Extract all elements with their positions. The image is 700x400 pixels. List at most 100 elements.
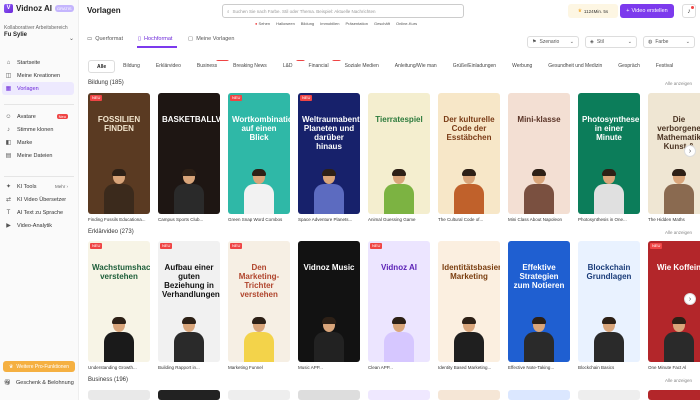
asset-nav: ☺ Avatare Neu ♪ Stimme klonen ◧ Marke ▤ Meine Da… bbox=[2, 110, 74, 162]
template-card[interactable]: BASKETBALLVEREIN bbox=[158, 93, 220, 214]
template-card[interactable] bbox=[158, 390, 220, 400]
template-card[interactable] bbox=[648, 390, 700, 400]
see-all-explainer[interactable]: Alle anzeigen bbox=[665, 230, 692, 235]
nav-icon: ⌂ bbox=[6, 59, 11, 66]
category-tab[interactable]: FinancialNeu bbox=[301, 60, 341, 73]
nav-icon: ▶ bbox=[6, 223, 11, 229]
avatar-figure bbox=[524, 169, 554, 214]
sidebar-item-marke[interactable]: ◧ Marke bbox=[2, 136, 74, 149]
template-card[interactable]: NEU Aufbau einer guten Beziehung in Verha… bbox=[158, 241, 220, 362]
template-card[interactable]: Effektive Strategien zum Notieren bbox=[508, 241, 570, 362]
search-suggestion-chip[interactable]: Geschäft bbox=[374, 21, 390, 26]
category-tab[interactable]: Erklärvideo bbox=[148, 60, 189, 73]
avatar-figure bbox=[524, 317, 554, 362]
search-input[interactable]: ⌕ Suchen Sie nach Farbe. Stil oder Thema… bbox=[222, 4, 464, 18]
search-suggestion-chip[interactable]: Präsentation bbox=[345, 21, 367, 26]
category-tab[interactable]: Alle bbox=[88, 60, 116, 73]
pro-features-button[interactable]: ♛ Weitere Pro-Funktionen bbox=[3, 361, 75, 372]
sidebar-item-vorlagen[interactable]: ▦ Vorlagen bbox=[2, 82, 74, 95]
sidebar-item-ai-text-zu-sprache[interactable]: T AI Text zu Sprache bbox=[2, 206, 74, 219]
template-card[interactable]: Photosynthese in einer Minute bbox=[578, 93, 640, 214]
avatar-body bbox=[244, 184, 274, 214]
create-video-button[interactable]: + Video erstellen bbox=[620, 4, 674, 18]
avatar-hair bbox=[602, 317, 616, 324]
sidebar-item-avatare[interactable]: ☺ Avatare Neu bbox=[2, 110, 74, 123]
sidebar-item-ki-tools[interactable]: ✦ KI Tools Mehr › bbox=[2, 180, 74, 193]
template-card[interactable]: Der kulturelle Code der Esstäbchen bbox=[438, 93, 500, 214]
tab-landscape[interactable]: ▭ Querformat bbox=[87, 36, 123, 42]
see-all-education[interactable]: Alle anzeigen bbox=[665, 81, 692, 86]
search-suggestion-chip[interactable]: ● Sehen bbox=[255, 21, 270, 26]
see-all-business[interactable]: Alle anzeigen bbox=[665, 378, 692, 383]
new-badge: Neu bbox=[56, 114, 68, 119]
style-filter[interactable]: ◈ Stil ⌄ bbox=[585, 36, 637, 48]
template-caption: Understanding Growth... bbox=[88, 365, 137, 370]
search-suggestion-chip[interactable]: Halloween bbox=[276, 21, 295, 26]
chevron-right-icon[interactable]: › bbox=[684, 293, 696, 305]
template-card[interactable]: NEU Vidnoz AI bbox=[368, 241, 430, 362]
template-card[interactable] bbox=[88, 390, 150, 400]
search-suggestion-chip[interactable]: Bildung bbox=[301, 21, 314, 26]
template-card[interactable] bbox=[368, 390, 430, 400]
more-link[interactable]: Mehr › bbox=[55, 184, 68, 189]
template-card[interactable]: NEU Weltraumabenteuer: Planeten und darüb… bbox=[298, 93, 360, 214]
sidebar-item-ki-video-bersetzer[interactable]: ⇄ KI Video Übersetzer bbox=[2, 193, 74, 206]
template-card[interactable]: NEU Wachstumshacking verstehen bbox=[88, 241, 150, 362]
category-tab[interactable]: Werbung bbox=[504, 60, 540, 73]
sidebar-item-label: Meine Kreationen bbox=[17, 72, 61, 79]
scenario-filter[interactable]: ⚑ Szenario ⌄ bbox=[527, 36, 579, 48]
color-filter[interactable]: ◍ Farbe ⌄ bbox=[643, 36, 695, 48]
template-card[interactable]: NEU FOSSILIEN FINDEN bbox=[88, 93, 150, 214]
template-card[interactable] bbox=[228, 390, 290, 400]
template-card[interactable]: Tierratespiel bbox=[368, 93, 430, 214]
sidebar-item-startseite[interactable]: ⌂ Startseite bbox=[2, 56, 74, 69]
sidebar-item-meine-kreationen[interactable]: ◫ Meine Kreationen bbox=[2, 69, 74, 82]
template-card[interactable] bbox=[578, 390, 640, 400]
tab-label: Hochformat bbox=[144, 36, 173, 42]
sidebar-item-stimme-klonen[interactable]: ♪ Stimme klonen bbox=[2, 123, 74, 136]
sidebar-item-video-analytik[interactable]: ▶ Video-Analytik bbox=[2, 219, 74, 232]
new-badge: NEU bbox=[650, 243, 663, 249]
minutes-balance[interactable]: ♛ 1124Min. 5s bbox=[568, 4, 618, 18]
section-title-business: Business (196) bbox=[88, 377, 129, 383]
chevron-right-icon[interactable]: › bbox=[684, 145, 696, 157]
template-card[interactable]: Mini-klasse bbox=[508, 93, 570, 214]
template-card[interactable] bbox=[508, 390, 570, 400]
template-card[interactable] bbox=[438, 390, 500, 400]
template-card[interactable]: Identitätsbasiertes Marketing bbox=[438, 241, 500, 362]
category-tab[interactable]: Grüße/Einladungen bbox=[445, 60, 504, 73]
category-tab[interactable]: Gespräch bbox=[610, 60, 648, 73]
search-suggestion-chip[interactable]: Immobilien bbox=[320, 21, 339, 26]
template-title: FOSSILIEN FINDEN bbox=[97, 115, 141, 133]
template-card[interactable]: Vidnoz Music bbox=[298, 241, 360, 362]
category-tab[interactable]: Bildung bbox=[115, 60, 148, 73]
notification-dot bbox=[691, 6, 694, 9]
tab-my-templates[interactable]: ▢ Meine Vorlagen bbox=[188, 36, 234, 42]
template-card[interactable] bbox=[298, 390, 360, 400]
category-tab[interactable]: Festival bbox=[648, 60, 681, 73]
template-card[interactable]: NEU Wortkombinationen auf einen Blick bbox=[228, 93, 290, 214]
template-caption: Animal Guessing Game bbox=[368, 217, 416, 222]
avatar-body bbox=[174, 332, 204, 362]
avatar-body bbox=[454, 184, 484, 214]
category-tab[interactable]: Anleitung/Wie man bbox=[387, 60, 445, 73]
template-card[interactable]: NEU Den Marketing-Trichter verstehen bbox=[228, 241, 290, 362]
template-row-education: NEU FOSSILIEN FINDEN BASKETBALLVEREIN NEU Wo… bbox=[88, 93, 700, 214]
template-card[interactable]: Blockchain Grundlagen bbox=[578, 241, 640, 362]
avatar-figure bbox=[384, 317, 414, 362]
scenario-icon: ⚑ bbox=[532, 39, 537, 45]
category-tab[interactable]: Gesundheit und Medizin bbox=[540, 60, 610, 73]
gift-reward-link[interactable]: 🎁︎ Geschenk & Belohnung bbox=[4, 380, 74, 386]
workspace-switcher[interactable]: Kollaborativer Arbeitsbereich Fu Sylie ⌄ bbox=[4, 25, 76, 47]
category-tab[interactable]: Breaking News bbox=[225, 60, 275, 73]
app-logo[interactable]: V Vidnoz AI GRATIS bbox=[4, 4, 74, 13]
category-tab[interactable]: Soziale Medien bbox=[337, 60, 387, 73]
folder-icon: ▢ bbox=[188, 36, 194, 42]
tab-portrait[interactable]: ▯ Hochformat bbox=[138, 36, 172, 42]
notification-button[interactable]: ♪ bbox=[682, 4, 696, 18]
template-title: Blockchain Grundlagen bbox=[586, 263, 632, 281]
category-tab[interactable]: BusinessBeliebt bbox=[189, 60, 230, 73]
sidebar-item-meine-dateien[interactable]: ▤ Meine Dateien bbox=[2, 149, 74, 162]
search-suggestion-chip[interactable]: Online-Kurs bbox=[396, 21, 417, 26]
category-tab[interactable]: L&DNeu bbox=[275, 60, 305, 73]
